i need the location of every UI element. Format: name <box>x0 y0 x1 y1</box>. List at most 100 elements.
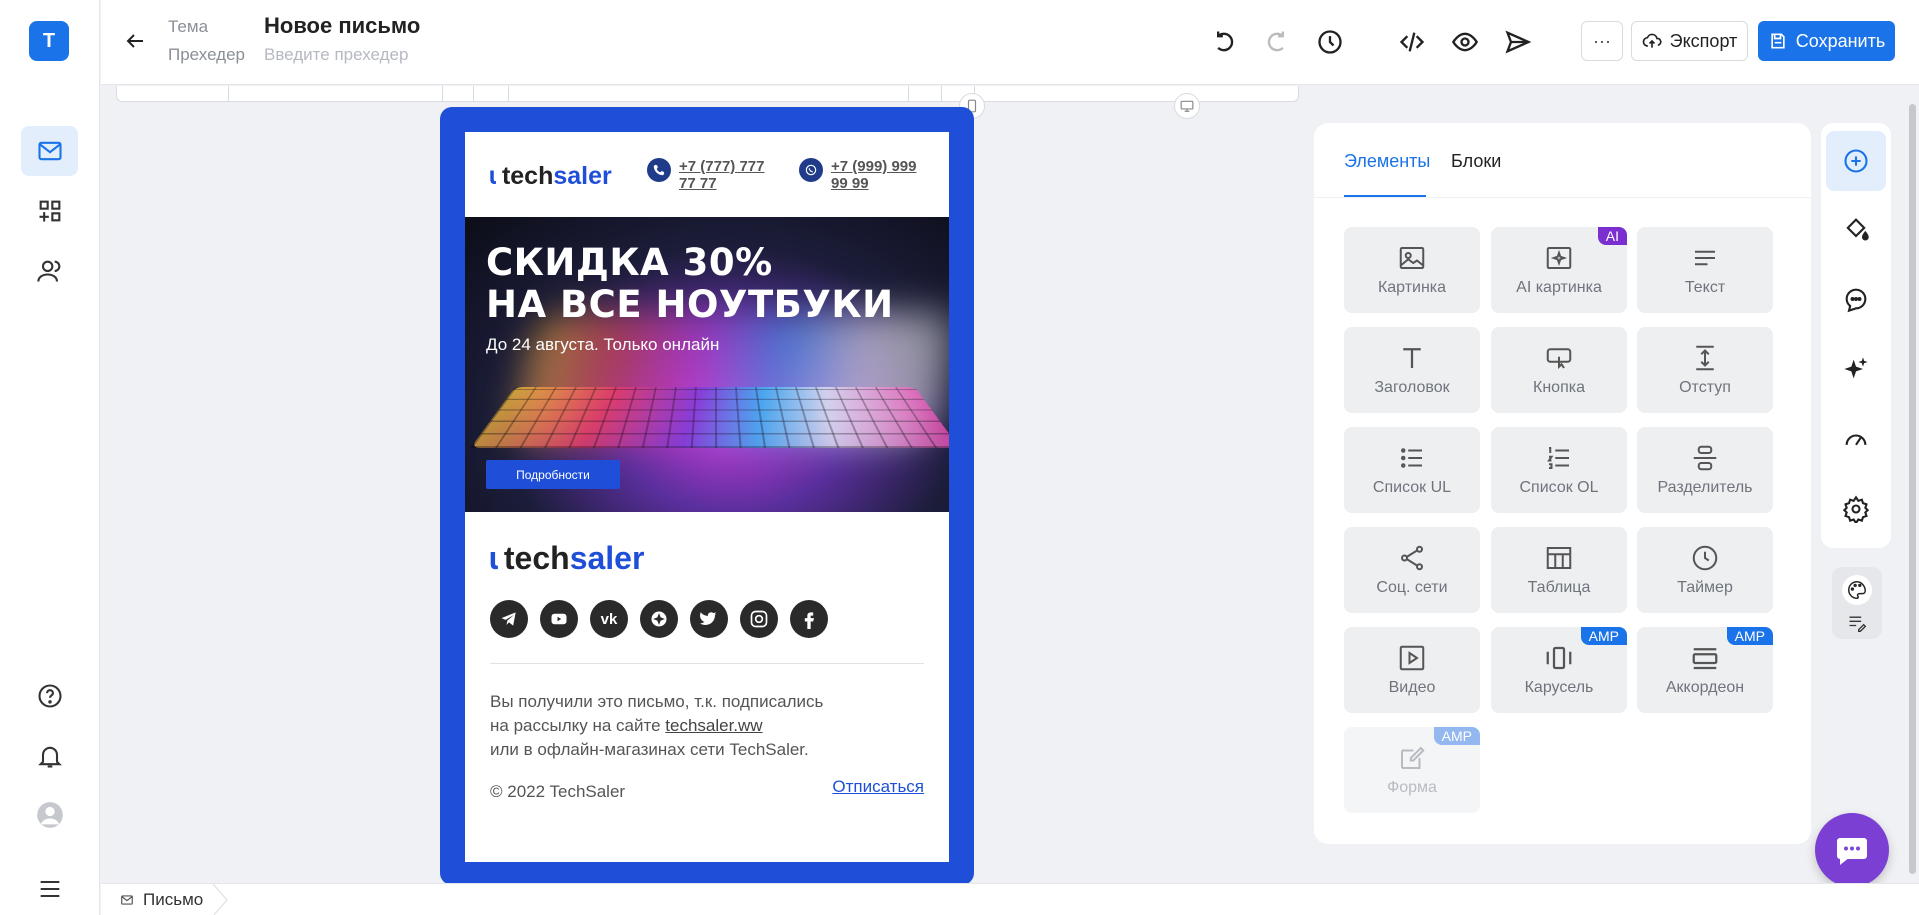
nav-contacts[interactable] <box>21 246 78 296</box>
odnoklassniki-icon[interactable] <box>640 600 678 638</box>
text-edit-button[interactable] <box>1845 613 1869 633</box>
ruler-divider <box>941 86 942 102</box>
social-links: vk <box>490 600 828 638</box>
ruler-divider <box>442 86 443 102</box>
nav-help[interactable] <box>21 671 78 721</box>
table-icon <box>1546 547 1572 569</box>
facebook-icon[interactable] <box>790 600 828 638</box>
promo-banner[interactable]: СКИДКА 30% НА ВСЕ НОУТБУКИ До 24 августа… <box>465 217 949 512</box>
details-button[interactable]: Подробности <box>486 460 620 489</box>
element-table[interactable]: Таблица <box>1491 527 1627 613</box>
redo-button[interactable] <box>1260 25 1294 59</box>
styles-button[interactable] <box>1826 199 1886 259</box>
canvas-scrollbar[interactable] <box>1909 104 1916 874</box>
heading-icon <box>1403 348 1421 368</box>
bell-icon <box>37 746 62 768</box>
tab-elements[interactable]: Элементы <box>1344 151 1430 172</box>
element-divider[interactable]: Разделитель <box>1637 427 1773 513</box>
twitter-icon[interactable] <box>690 600 728 638</box>
copyright: © 2022 TechSaler <box>490 782 626 801</box>
element-text[interactable]: Текст <box>1637 227 1773 313</box>
save-button[interactable]: Сохранить <box>1758 21 1895 61</box>
element-spacer[interactable]: Отступ <box>1637 327 1773 413</box>
mail-icon <box>37 141 62 161</box>
element-image[interactable]: Картинка <box>1344 227 1480 313</box>
users-icon <box>36 260 60 282</box>
topic-input[interactable]: Новое письмо <box>264 13 420 39</box>
instagram-icon[interactable] <box>740 600 778 638</box>
undo-icon <box>1217 31 1234 52</box>
element-video[interactable]: Видео <box>1344 627 1480 713</box>
ai-assistant-button[interactable] <box>1826 339 1886 399</box>
logo-text-saler: saler <box>569 540 645 576</box>
left-nav: Т <box>0 0 100 915</box>
support-chat-button[interactable] <box>1815 813 1889 887</box>
banner-title-line1: СКИДКА 30% <box>486 241 773 284</box>
more-button[interactable]: ··· <box>1581 21 1623 61</box>
nav-emails[interactable] <box>21 126 78 176</box>
preheader-label: Прехедер <box>168 45 245 64</box>
preheader-input[interactable]: Введите прехедер <box>264 45 408 65</box>
send-test-button[interactable] <box>1501 25 1535 59</box>
arrow-left-icon <box>126 34 143 48</box>
save-label: Сохранить <box>1795 30 1886 51</box>
palette-icon <box>1848 581 1866 599</box>
element-list-ul[interactable]: Список UL <box>1344 427 1480 513</box>
youtube-icon[interactable] <box>540 600 578 638</box>
add-elements-button[interactable] <box>1826 131 1886 191</box>
code-button[interactable] <box>1395 25 1429 59</box>
timer-icon <box>1692 545 1718 571</box>
banner-subtitle: До 24 августа. Только онлайн <box>486 335 720 354</box>
help-icon <box>37 684 62 708</box>
footer-text-line2: на рассылку на сайте techsaler.ww <box>490 716 763 736</box>
nav-blocks[interactable] <box>21 186 78 236</box>
workspace-avatar[interactable]: Т <box>29 21 69 61</box>
whatsapp-icon <box>799 158 823 182</box>
breadcrumb-chevron-icon <box>212 884 228 915</box>
nav-menu[interactable] <box>21 864 78 914</box>
element-list-ol[interactable]: Список OL <box>1491 427 1627 513</box>
telegram-icon[interactable] <box>490 600 528 638</box>
nav-profile[interactable] <box>21 790 78 840</box>
code-icon <box>1399 32 1425 52</box>
nav-notifications[interactable] <box>21 731 78 781</box>
divider-icon <box>1693 445 1717 471</box>
element-timer[interactable]: Таймер <box>1637 527 1773 613</box>
back-button[interactable] <box>120 26 150 56</box>
banner-title-line2: НА ВСЕ НОУТБУКИ <box>486 283 894 326</box>
phone-number-2[interactable]: +7 (999) 999 99 99 <box>831 158 931 192</box>
undo-button[interactable] <box>1207 25 1241 59</box>
secondary-toolbar <box>1832 567 1882 639</box>
export-button[interactable]: Экспорт <box>1631 21 1748 61</box>
email-preview[interactable]: ɩ techsaler +7 (777) 777 77 77 +7 (999) … <box>465 132 949 862</box>
history-button[interactable] <box>1313 25 1347 59</box>
gear-icon <box>1842 495 1870 523</box>
palette-button[interactable] <box>1842 575 1872 605</box>
element-accordion[interactable]: AMP Аккордеон <box>1637 627 1773 713</box>
amp-badge: AMP <box>1580 627 1627 645</box>
element-ai-image[interactable]: AI AI картинка <box>1491 227 1627 313</box>
preview-button[interactable] <box>1448 25 1482 59</box>
element-carousel[interactable]: AMP Карусель <box>1491 627 1627 713</box>
email-header[interactable]: ɩ techsaler +7 (777) 777 77 77 +7 (999) … <box>465 132 949 217</box>
tab-blocks[interactable]: Блоки <box>1451 151 1501 172</box>
comments-button[interactable] <box>1826 269 1886 329</box>
tile-label: Отступ <box>1679 379 1731 396</box>
element-social[interactable]: Соц. сети <box>1344 527 1480 613</box>
site-link[interactable]: techsaler.ww <box>665 716 762 735</box>
phone-contact-1[interactable]: +7 (777) 777 77 77 <box>647 158 779 192</box>
vk-icon[interactable]: vk <box>590 600 628 638</box>
phone-number-1[interactable]: +7 (777) 777 77 77 <box>679 158 779 192</box>
form-icon <box>1401 746 1425 769</box>
unsubscribe-link[interactable]: Отписаться <box>832 777 924 797</box>
element-form[interactable]: AMP Форма <box>1344 727 1480 813</box>
amp-badge: AMP <box>1726 627 1773 645</box>
element-button[interactable]: Кнопка <box>1491 327 1627 413</box>
settings-button[interactable] <box>1826 479 1886 539</box>
breadcrumb[interactable]: Письмо <box>119 890 203 910</box>
desktop-view-toggle[interactable] <box>1174 93 1200 119</box>
list-ol-icon <box>1547 447 1569 469</box>
performance-button[interactable] <box>1826 409 1886 469</box>
phone-contact-2[interactable]: +7 (999) 999 99 99 <box>799 158 931 192</box>
element-heading[interactable]: Заголовок <box>1344 327 1480 413</box>
